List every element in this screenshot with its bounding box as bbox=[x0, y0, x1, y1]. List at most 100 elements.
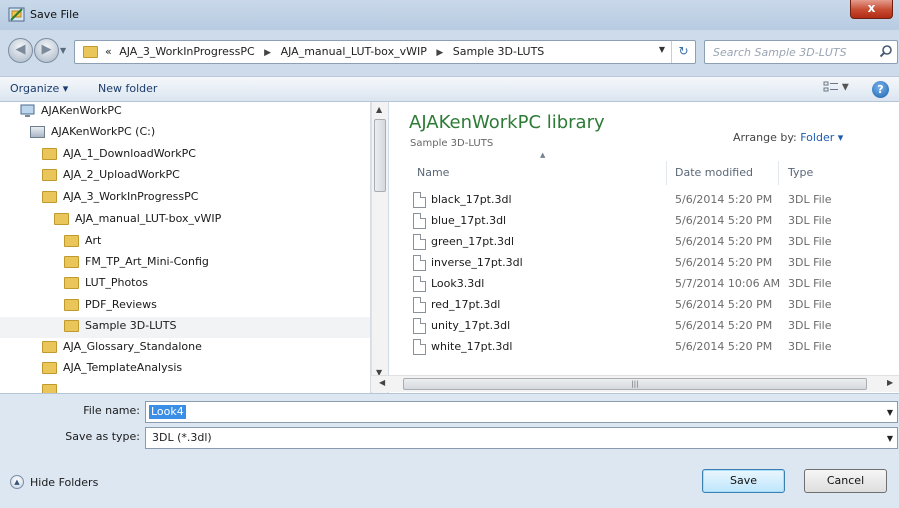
breadcrumb-item[interactable]: AJA_manual_LUT-box_vWIP bbox=[281, 45, 427, 58]
file-type: 3DL File bbox=[788, 193, 832, 206]
file-row[interactable]: Look3.3dl 5/7/2014 10:06 AM 3DL File bbox=[409, 274, 899, 295]
change-view-button[interactable]: ▼ bbox=[823, 81, 853, 98]
scroll-up-icon[interactable]: ▲ bbox=[376, 105, 382, 114]
tree-item-partial[interactable] bbox=[42, 383, 63, 393]
tree-item[interactable]: LUT_Photos bbox=[64, 276, 148, 297]
tree-item[interactable]: PDF_Reviews bbox=[64, 298, 157, 319]
column-header-type[interactable]: Type bbox=[780, 161, 899, 185]
tree-item[interactable]: AJA_2_UploadWorkPC bbox=[42, 168, 180, 189]
title-bar: Save File x bbox=[0, 0, 899, 30]
tree-item-label: AJA_TemplateAnalysis bbox=[63, 361, 183, 374]
tree-item-label: Sample 3D-LUTS bbox=[85, 319, 177, 332]
breadcrumb-overflow[interactable]: « bbox=[105, 45, 112, 58]
file-row[interactable]: green_17pt.3dl 5/6/2014 5:20 PM 3DL File bbox=[409, 232, 899, 253]
address-bar[interactable]: « AJA_3_WorkInProgressPC ▶ AJA_manual_LU… bbox=[74, 40, 696, 64]
file-date: 5/6/2014 5:20 PM bbox=[675, 340, 773, 353]
file-name: Look3.3dl bbox=[431, 277, 485, 290]
column-header-name[interactable]: Name bbox=[409, 161, 667, 185]
tree-item-selected[interactable]: Sample 3D-LUTS bbox=[0, 317, 370, 338]
file-type: 3DL File bbox=[788, 256, 832, 269]
search-icon[interactable] bbox=[879, 44, 893, 58]
arrange-by-label: Arrange by: bbox=[733, 131, 797, 144]
search-input[interactable]: Search Sample 3D-LUTS bbox=[704, 40, 898, 64]
file-row[interactable]: unity_17pt.3dl 5/6/2014 5:20 PM 3DL File bbox=[409, 316, 899, 337]
chevron-down-icon: ▼ bbox=[841, 82, 849, 93]
chevron-down-icon[interactable]: ▼ bbox=[887, 434, 893, 443]
folder-icon bbox=[42, 169, 57, 181]
horizontal-scrollbar[interactable]: ◀ ||| ▶ bbox=[371, 375, 899, 392]
view-options-icon bbox=[823, 81, 838, 92]
save-type-value: 3DL (*.3dl) bbox=[152, 431, 212, 444]
file-name: green_17pt.3dl bbox=[431, 235, 515, 248]
tree-item[interactable]: AJA_Glossary_Standalone bbox=[42, 340, 202, 361]
file-type: 3DL File bbox=[788, 319, 832, 332]
file-row[interactable]: white_17pt.3dl 5/6/2014 5:20 PM 3DL File bbox=[409, 337, 899, 358]
breadcrumb-item[interactable]: AJA_3_WorkInProgressPC bbox=[119, 45, 254, 58]
scroll-left-icon[interactable]: ◀ bbox=[379, 378, 385, 387]
close-button[interactable]: x bbox=[850, 0, 893, 19]
file-date: 5/6/2014 5:20 PM bbox=[675, 256, 773, 269]
refresh-button[interactable]: ↻ bbox=[671, 41, 695, 63]
file-list-pane: AJAKenWorkPC library Sample 3D-LUTS Arra… bbox=[389, 102, 899, 393]
file-row[interactable]: inverse_17pt.3dl 5/6/2014 5:20 PM 3DL Fi… bbox=[409, 253, 899, 274]
search-placeholder: Search Sample 3D-LUTS bbox=[713, 46, 847, 59]
file-name-input[interactable]: Look4 ▼ bbox=[145, 401, 898, 423]
file-date: 5/6/2014 5:20 PM bbox=[675, 193, 773, 206]
tree-item-label: PDF_Reviews bbox=[85, 298, 157, 311]
file-icon bbox=[413, 297, 426, 313]
arrange-by-dropdown[interactable]: Folder ▾ bbox=[800, 131, 843, 144]
breadcrumb-separator-icon[interactable]: ▶ bbox=[264, 48, 271, 58]
file-name: inverse_17pt.3dl bbox=[431, 256, 523, 269]
breadcrumb-separator-icon[interactable]: ▶ bbox=[436, 48, 443, 58]
save-type-label: Save as type: bbox=[65, 430, 140, 443]
save-file-icon bbox=[8, 7, 25, 22]
tree-item[interactable]: Art bbox=[64, 234, 101, 255]
organize-button[interactable]: Organize ▾ bbox=[10, 82, 68, 95]
recent-pages-dropdown-icon[interactable]: ▼ bbox=[60, 46, 66, 55]
file-row[interactable]: red_17pt.3dl 5/6/2014 5:20 PM 3DL File bbox=[409, 295, 899, 316]
navigation-scrollbar[interactable]: ▲ ▼ bbox=[371, 102, 388, 393]
new-folder-button[interactable]: New folder bbox=[98, 82, 157, 95]
tree-item-label: FM_TP_Art_Mini-Config bbox=[85, 255, 209, 268]
tree-item[interactable]: AJA_3_WorkInProgressPC bbox=[42, 190, 198, 211]
folder-icon bbox=[54, 213, 69, 225]
tree-item[interactable]: FM_TP_Art_Mini-Config bbox=[64, 255, 209, 276]
help-button[interactable]: ? bbox=[872, 81, 889, 98]
tree-item[interactable]: AJAKenWorkPC bbox=[20, 104, 122, 125]
arrange-by: Arrange by: Folder ▾ bbox=[733, 131, 843, 144]
file-name-label: File name: bbox=[83, 404, 140, 417]
scroll-right-icon[interactable]: ▶ bbox=[887, 378, 893, 387]
folder-icon bbox=[42, 148, 57, 160]
file-type: 3DL File bbox=[788, 235, 832, 248]
file-name: red_17pt.3dl bbox=[431, 298, 501, 311]
file-date: 5/7/2014 10:06 AM bbox=[675, 277, 781, 290]
address-dropdown-icon[interactable]: ▼ bbox=[659, 45, 665, 54]
scrollbar-thumb[interactable]: ||| bbox=[403, 378, 867, 390]
folder-icon bbox=[64, 277, 79, 289]
chevron-down-icon[interactable]: ▼ bbox=[887, 408, 893, 417]
file-row[interactable]: black_17pt.3dl 5/6/2014 5:20 PM 3DL File bbox=[409, 190, 899, 211]
tree-item[interactable]: AJA_TemplateAnalysis bbox=[42, 361, 182, 382]
hide-folders-icon[interactable]: ▲ bbox=[10, 475, 24, 489]
save-type-select[interactable]: 3DL (*.3dl) ▼ bbox=[145, 427, 898, 449]
address-row: ◀ ▶ ▼ « AJA_3_WorkInProgressPC ▶ AJA_man… bbox=[0, 30, 899, 76]
file-type: 3DL File bbox=[788, 214, 832, 227]
column-header-date[interactable]: Date modified bbox=[667, 161, 779, 185]
tree-item[interactable]: AJA_1_DownloadWorkPC bbox=[42, 147, 196, 168]
file-row[interactable]: blue_17pt.3dl 5/6/2014 5:20 PM 3DL File bbox=[409, 211, 899, 232]
breadcrumb-item[interactable]: Sample 3D-LUTS bbox=[453, 45, 545, 58]
save-button[interactable]: Save bbox=[702, 469, 785, 493]
scrollbar-thumb[interactable] bbox=[374, 119, 386, 192]
file-name-value: Look4 bbox=[149, 405, 186, 419]
cancel-button[interactable]: Cancel bbox=[804, 469, 887, 493]
file-date: 5/6/2014 5:20 PM bbox=[675, 214, 773, 227]
back-button[interactable]: ◀ bbox=[8, 38, 33, 63]
window-title: Save File bbox=[30, 8, 79, 21]
hide-folders-button[interactable]: Hide Folders bbox=[30, 476, 98, 489]
file-name: black_17pt.3dl bbox=[431, 193, 512, 206]
tree-item[interactable]: AJA_manual_LUT-box_vWIP bbox=[54, 212, 221, 233]
tree-item[interactable]: AJAKenWorkPC (C:) bbox=[30, 125, 155, 146]
forward-button[interactable]: ▶ bbox=[34, 38, 59, 63]
file-type: 3DL File bbox=[788, 277, 832, 290]
drive-icon bbox=[30, 126, 45, 138]
